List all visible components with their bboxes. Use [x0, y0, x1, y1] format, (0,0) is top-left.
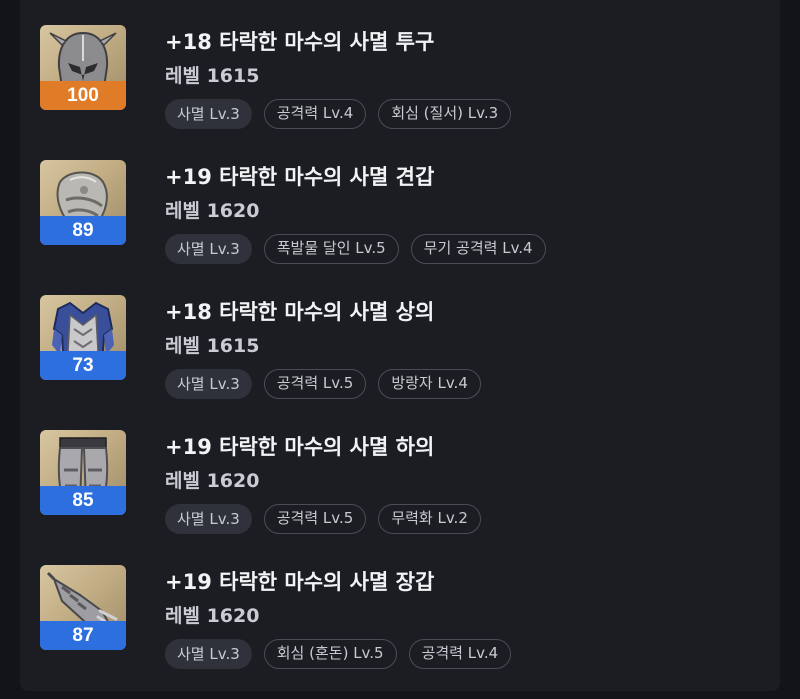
- engraving-chip: 무력화 Lv.2: [378, 504, 481, 534]
- engraving-chip: 공격력 Lv.4: [408, 639, 512, 669]
- item-level: 레벨 1615: [165, 65, 260, 87]
- engraving-list: 사멸 Lv.3 공격력 Lv.4 회심 (질서) Lv.3: [165, 99, 512, 129]
- engraving-list: 사멸 Lv.3 회심 (혼돈) Lv.5 공격력 Lv.4: [165, 639, 512, 669]
- quality-badge: 87: [40, 621, 126, 650]
- item-name: +19 타락한 마수의 사멸 장갑: [165, 570, 435, 594]
- equipment-item[interactable]: 89 +19 타락한 마수의 사멸 견갑 레벨 1620 사멸 Lv.3 폭발물…: [40, 135, 760, 264]
- item-thumbnail[interactable]: 73: [40, 295, 126, 380]
- engraving-list: 사멸 Lv.3 공격력 Lv.5 방랑자 Lv.4: [165, 369, 481, 399]
- equipment-panel: 100 +18 타락한 마수의 사멸 투구 레벨 1615 사멸 Lv.3 공격…: [20, 0, 780, 691]
- engraving-chip: 사멸 Lv.3: [165, 234, 252, 264]
- item-thumbnail[interactable]: 87: [40, 565, 126, 650]
- equipment-item[interactable]: 100 +18 타락한 마수의 사멸 투구 레벨 1615 사멸 Lv.3 공격…: [40, 0, 760, 129]
- item-thumbnail[interactable]: 100: [40, 25, 126, 110]
- item-name: +18 타락한 마수의 사멸 상의: [165, 300, 435, 324]
- engraving-chip: 회심 (질서) Lv.3: [378, 99, 512, 129]
- engraving-chip: 회심 (혼돈) Lv.5: [263, 639, 397, 669]
- engraving-list: 사멸 Lv.3 폭발물 달인 Lv.5 무기 공격력 Lv.4: [165, 234, 546, 264]
- engraving-chip: 사멸 Lv.3: [165, 639, 252, 669]
- item-thumbnail[interactable]: 85: [40, 430, 126, 515]
- engraving-chip: 사멸 Lv.3: [165, 99, 252, 129]
- equipment-item[interactable]: 73 +18 타락한 마수의 사멸 상의 레벨 1615 사멸 Lv.3 공격력…: [40, 270, 760, 399]
- engraving-chip: 공격력 Lv.5: [263, 504, 367, 534]
- quality-badge: 89: [40, 216, 126, 245]
- quality-badge: 73: [40, 351, 126, 380]
- quality-badge: 100: [40, 81, 126, 110]
- item-level: 레벨 1615: [165, 335, 260, 357]
- item-thumbnail[interactable]: 89: [40, 160, 126, 245]
- item-name: +18 타락한 마수의 사멸 투구: [165, 30, 435, 54]
- engraving-chip: 방랑자 Lv.4: [378, 369, 481, 399]
- quality-badge: 85: [40, 486, 126, 515]
- engraving-chip: 폭발물 달인 Lv.5: [263, 234, 399, 264]
- engraving-chip: 공격력 Lv.5: [263, 369, 367, 399]
- engraving-list: 사멸 Lv.3 공격력 Lv.5 무력화 Lv.2: [165, 504, 481, 534]
- item-level: 레벨 1620: [165, 470, 260, 492]
- item-level: 레벨 1620: [165, 605, 260, 627]
- engraving-chip: 사멸 Lv.3: [165, 504, 252, 534]
- engraving-chip: 사멸 Lv.3: [165, 369, 252, 399]
- engraving-chip: 공격력 Lv.4: [263, 99, 367, 129]
- equipment-item[interactable]: 87 +19 타락한 마수의 사멸 장갑 레벨 1620 사멸 Lv.3 회심 …: [40, 540, 760, 669]
- item-level: 레벨 1620: [165, 200, 260, 222]
- engraving-chip: 무기 공격력 Lv.4: [410, 234, 546, 264]
- item-name: +19 타락한 마수의 사멸 견갑: [165, 165, 435, 189]
- item-name: +19 타락한 마수의 사멸 하의: [165, 435, 435, 459]
- equipment-item[interactable]: 85 +19 타락한 마수의 사멸 하의 레벨 1620 사멸 Lv.3 공격력…: [40, 405, 760, 534]
